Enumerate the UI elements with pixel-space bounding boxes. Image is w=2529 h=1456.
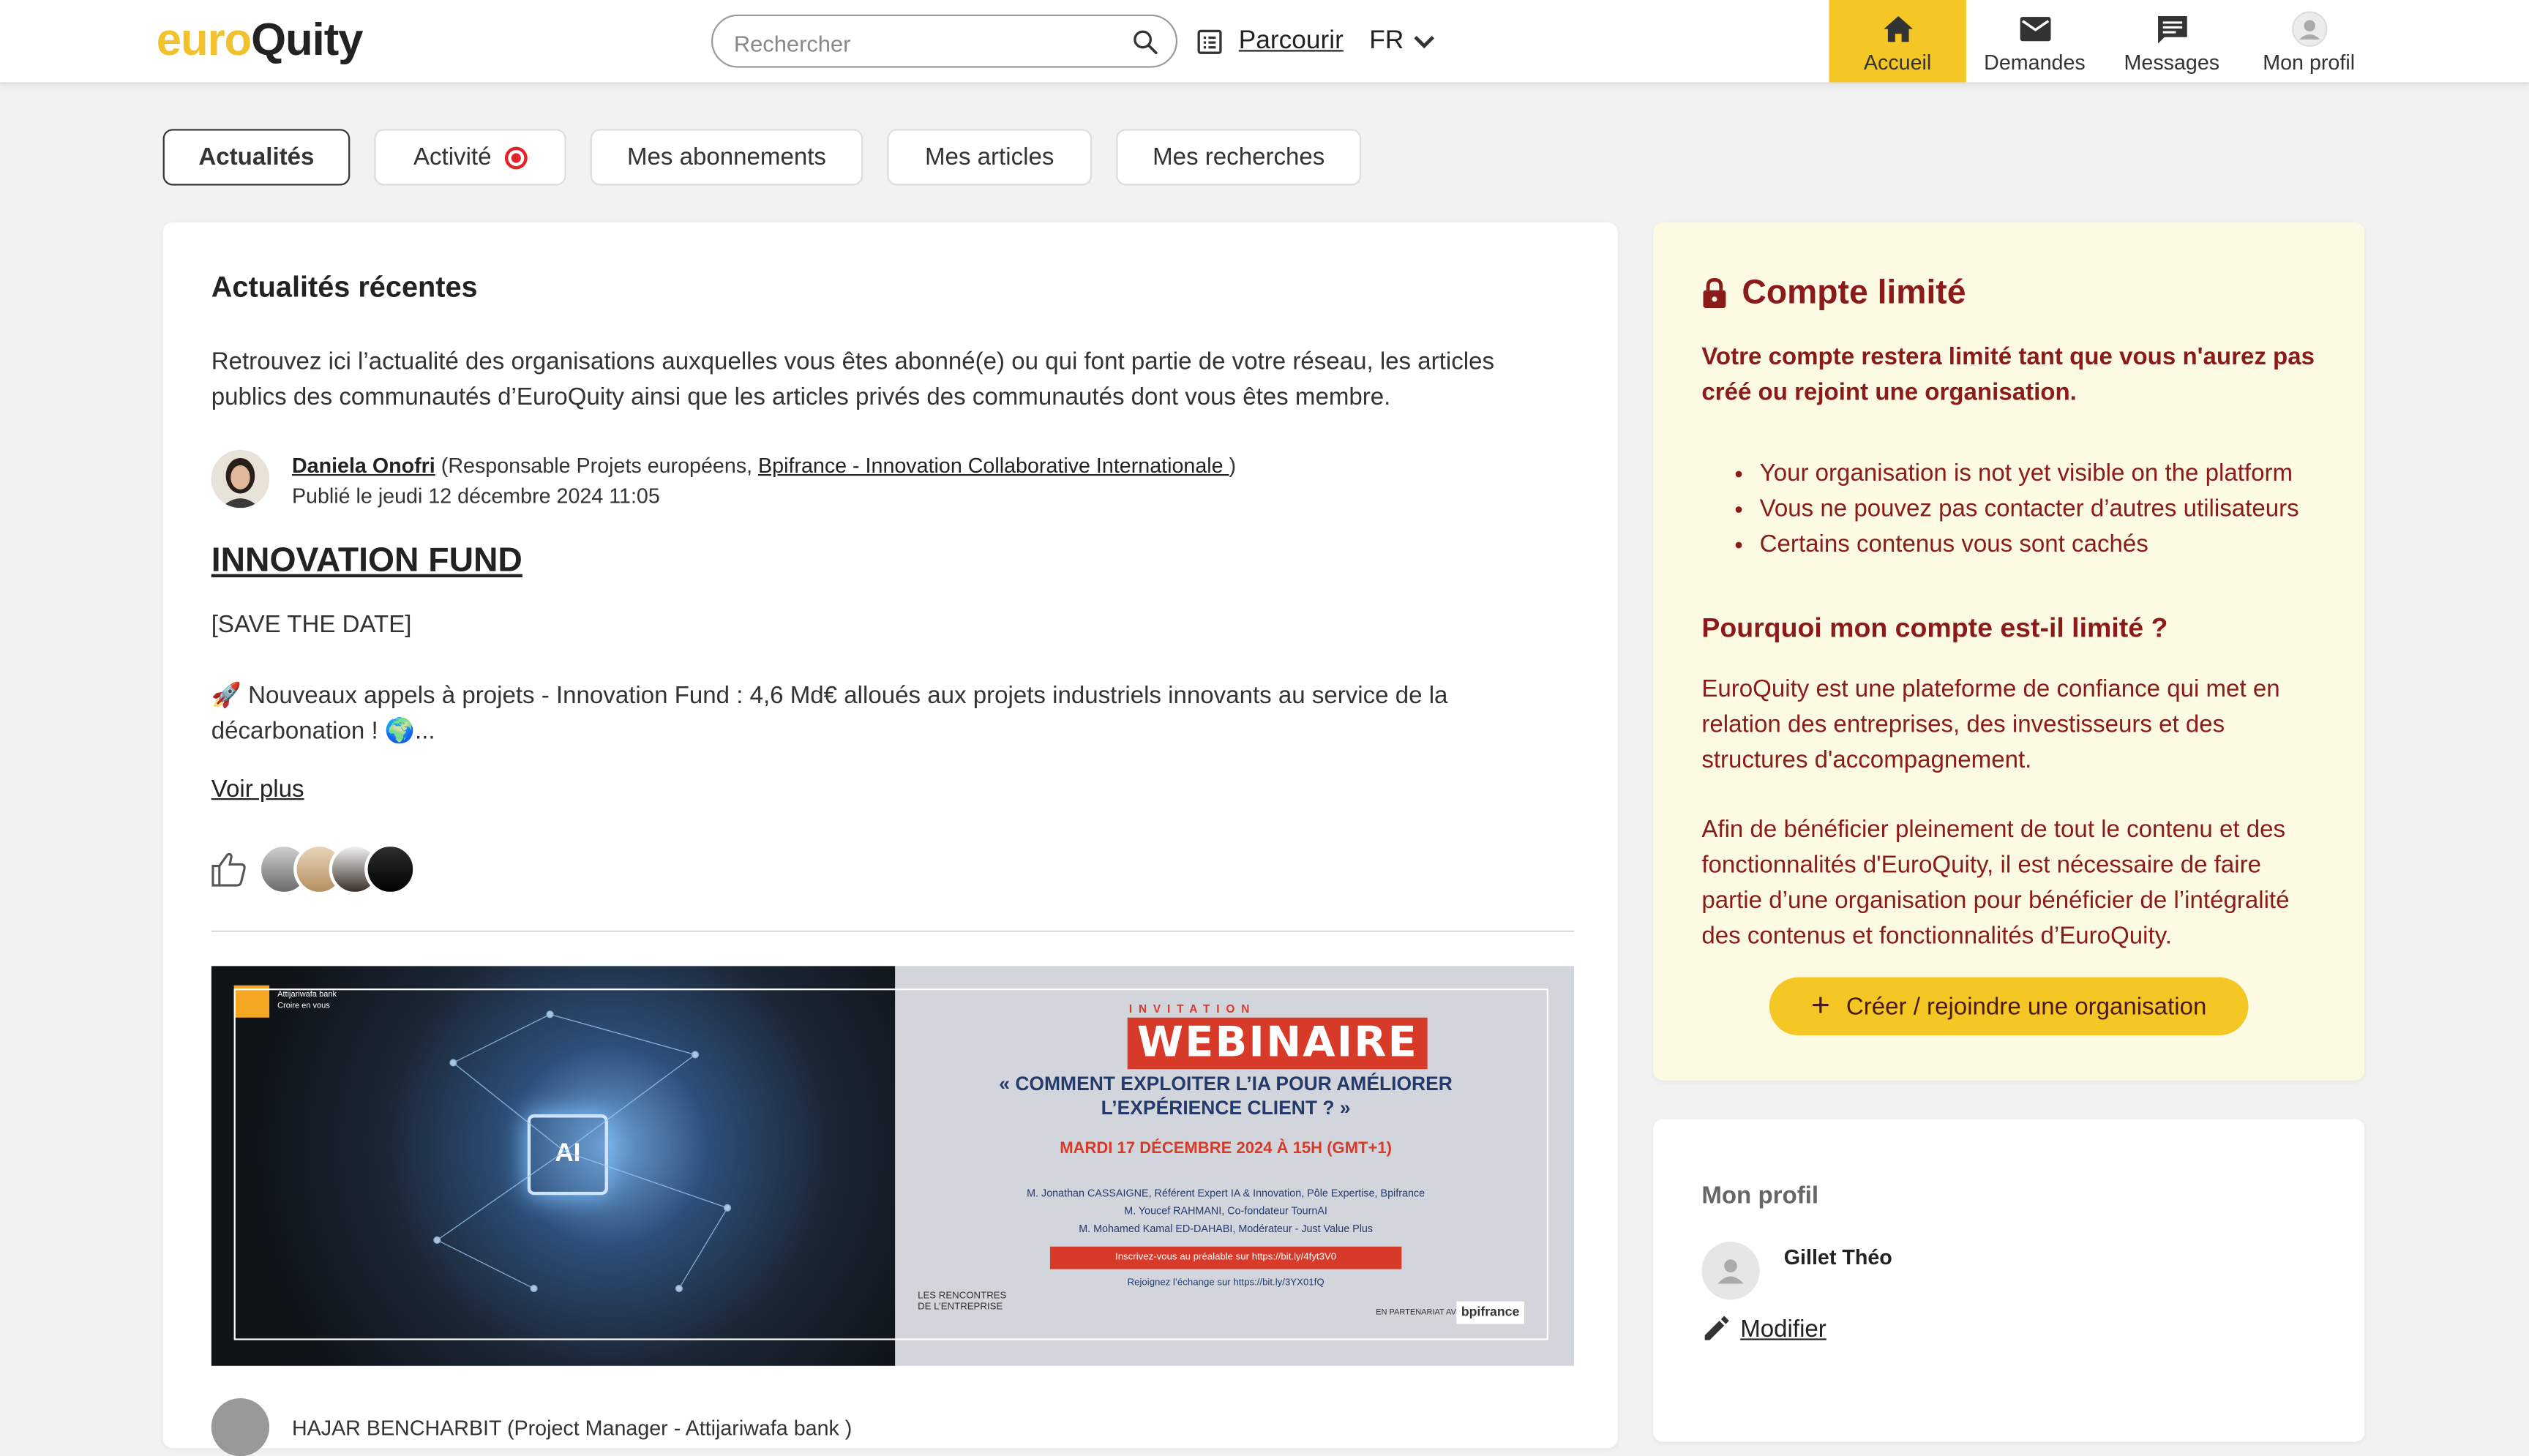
search-icon[interactable] [1131,27,1160,56]
news-feed-card: Actualités récentes Retrouvez ici l’actu… [162,222,1618,1456]
author-name-link[interactable]: Daniela Onofri [292,453,435,477]
next-post-author: HAJAR BENCHARBIT (Project Manager - Atti… [211,1397,853,1456]
nav-requests-label: Demandes [1984,50,2086,75]
limited-bullets: Your organisation is not yet visible on … [1701,457,2299,563]
edit-profile-link[interactable]: Modifier [1701,1314,1826,1343]
limited-bullet: Your organisation is not yet visible on … [1760,457,2299,492]
why-limited-text-2: Afin de bénéficier pleinement de tout le… [1701,816,2290,950]
post-author-line: Daniela Onofri (Responsable Projets euro… [292,453,1236,477]
next-author-text: HAJAR BENCHARBIT (Project Manager - Atti… [291,1415,853,1440]
edit-profile-label: Modifier [1740,1315,1826,1343]
language-selector[interactable]: FR [1369,24,1436,59]
notification-dot-icon [504,146,528,169]
pencil-icon [1704,1316,1729,1340]
language-label: FR [1369,27,1404,55]
nav-messages-label: Messages [2124,50,2220,75]
read-more-link[interactable]: Voir plus [211,776,304,803]
search-input[interactable] [730,26,1125,61]
browse-link[interactable]: Parcourir [1195,24,1344,59]
create-organisation-label: Créer / rejoindre une organisation [1846,992,2207,1021]
limited-bullet: Certains contenus vous sont cachés [1760,528,2299,563]
nav-profile-label: Mon profil [2263,50,2356,75]
create-organisation-button[interactable]: + Créer / rejoindre une organisation [1769,977,2249,1036]
why-limited-text-1: EuroQuity est une plateforme de confianc… [1701,675,2280,774]
webinar-banner-image[interactable]: Attijariwafa bank Croire en vous AI INVI… [211,966,1575,1366]
author-role-prefix: (Responsable Projets européens, [441,453,759,478]
home-icon [1883,16,1912,42]
profile-panel: Mon profil Gillet Théo Modifier [1653,1119,2365,1442]
tab-abonnements-label: Mes abonnements [626,143,826,171]
author-org-link[interactable]: Bpifrance - Innovation Collaborative Int… [758,453,1229,477]
top-header: euroQuity Parcourir FR [0,0,2529,84]
feed-title: Actualités récentes [211,271,478,304]
post-divider [211,930,1575,932]
list-icon [1197,29,1222,54]
tab-actualites[interactable]: Actualités [162,129,351,186]
tab-recherches-label: Mes recherches [1153,143,1325,171]
next-author-avatar[interactable] [211,1397,270,1456]
post-title-link[interactable]: INNOVATION FUND [211,542,522,581]
euroquity-logo[interactable]: euroQuity [157,13,364,68]
thumbs-up-icon[interactable] [210,850,249,889]
tab-actualites-label: Actualités [198,143,315,171]
feed-intro: Retrouvez ici l’actualité des organisati… [211,348,1495,412]
nav-profile[interactable]: Mon profil [2240,0,2377,82]
profile-title: Mon profil [1701,1182,1819,1210]
envelope-icon [2019,17,2050,42]
nav-messages[interactable]: Messages [2103,0,2240,82]
lock-icon [1703,277,1726,308]
limited-account-panel: Compte limité Votre compte restera limit… [1653,222,2365,1081]
nav-requests[interactable]: Demandes [1966,0,2103,82]
profile-name: Gillet Théo [1783,1245,1892,1269]
publish-date: Publié le jeudi 12 décembre 2024 11:05 [291,484,660,509]
plus-icon: + [1811,988,1830,1024]
post-body-line2: 🚀 Nouveaux appels à projets - Innovation… [211,682,1448,746]
likes-row [210,843,416,896]
tab-articles-label: Mes articles [925,143,1054,171]
post-body-line1: [SAVE THE DATE] [211,611,412,639]
browse-label: Parcourir [1238,27,1344,55]
tab-recherches[interactable]: Mes recherches [1116,129,1362,186]
author-avatar[interactable] [211,449,270,509]
nav-home[interactable]: Accueil [1829,0,1966,83]
limited-bullet: Vous ne pouvez pas contacter d’autres ut… [1760,492,2299,527]
nav-home-label: Accueil [1863,50,1932,75]
author-photo [211,449,270,509]
user-placeholder-icon [1717,1259,1744,1284]
tab-abonnements[interactable]: Mes abonnements [590,129,863,186]
banner-frame [233,988,1548,1340]
limited-warning: Votre compte restera limité tant que vou… [1701,343,2315,407]
limited-title: Compte limité [1742,274,1966,312]
author-role-suffix: ) [1229,453,1237,478]
tab-activite-label: Activité [413,143,492,171]
tab-articles[interactable]: Mes articles [887,129,1093,186]
search-box [711,14,1177,68]
why-limited-title: Pourquoi mon compte est-il limité ? [1701,612,2168,644]
chat-icon [2157,15,2187,43]
tab-activite[interactable]: Activité [374,129,566,186]
chevron-down-icon [1415,35,1435,49]
liker-avatar[interactable] [364,843,416,896]
user-avatar-icon [2290,11,2327,47]
profile-avatar[interactable] [1701,1242,1760,1300]
limited-title-row: Compte limité [1701,274,1966,313]
